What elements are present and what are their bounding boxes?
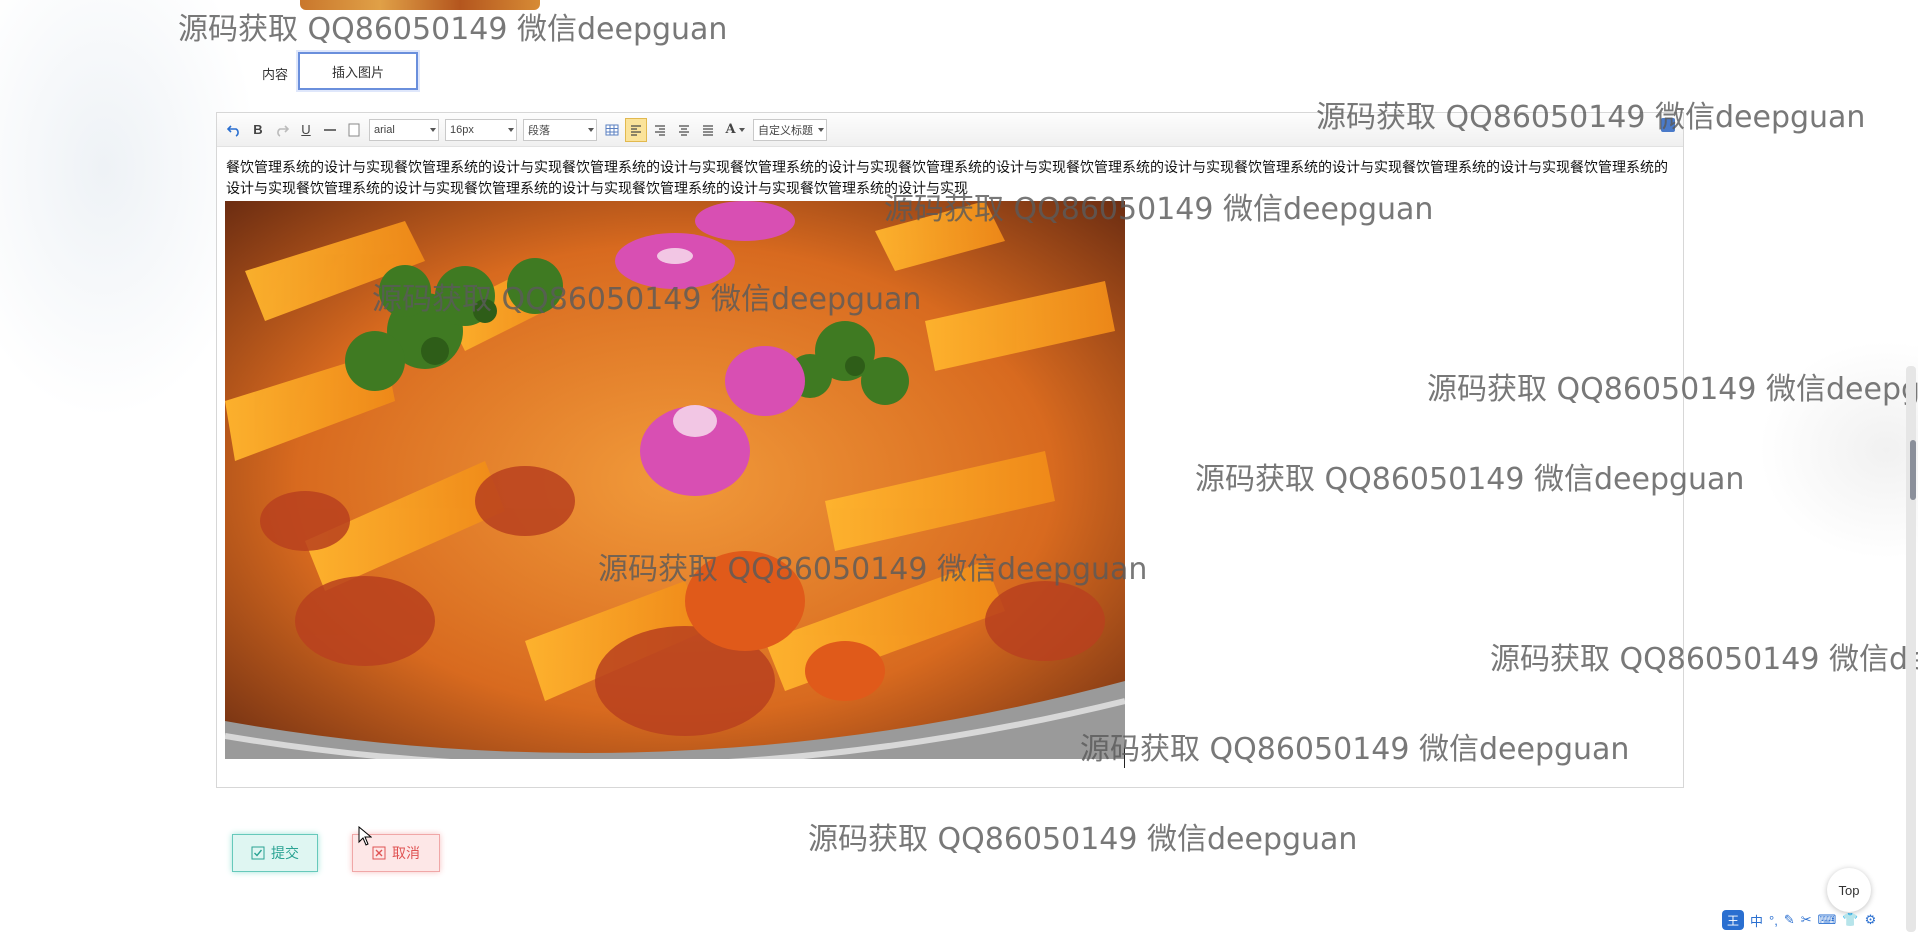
pen-icon[interactable]: ✎: [1784, 912, 1795, 928]
close-icon: [372, 846, 386, 860]
blank-page-icon[interactable]: [343, 118, 365, 142]
horizontal-rule-icon[interactable]: [319, 118, 341, 142]
editor-text[interactable]: 餐饮管理系统的设计与实现餐饮管理系统的设计与实现餐饮管理系统的设计与实现餐饮管理…: [226, 157, 1676, 199]
fullscreen-icon[interactable]: [1661, 118, 1675, 132]
scissors-icon[interactable]: ✂: [1801, 912, 1812, 928]
chevron-down-icon: [818, 127, 824, 132]
font-family-select[interactable]: arial: [369, 118, 439, 141]
watermark: 源码获取 QQ86050149 微信deepguan: [808, 822, 1358, 857]
custom-title-value: 自定义标题: [758, 124, 813, 137]
paragraph-value: 段落: [528, 124, 550, 137]
underline-label: U: [301, 122, 311, 137]
bold-button[interactable]: B: [247, 118, 269, 142]
submit-label: 提交: [271, 845, 299, 861]
underline-button[interactable]: U: [295, 118, 317, 142]
font-family-value: arial: [374, 123, 395, 136]
align-center-icon[interactable]: [673, 118, 695, 142]
undo-icon[interactable]: [223, 118, 245, 142]
align-right-icon[interactable]: [649, 118, 671, 142]
custom-title-select[interactable]: 自定义标题: [753, 118, 827, 141]
table-icon[interactable]: [601, 118, 623, 142]
cancel-label: 取消: [392, 845, 420, 861]
font-color-label: A: [725, 122, 736, 137]
shirt-icon[interactable]: 👕: [1842, 912, 1858, 928]
font-size-value: 16px: [450, 123, 474, 136]
back-to-top-button[interactable]: Top: [1827, 868, 1871, 912]
gear-icon[interactable]: ⚙: [1865, 912, 1877, 928]
bold-label: B: [253, 122, 263, 137]
watermark: 源码获取 QQ86050149 微信deepguan: [178, 12, 728, 47]
ime-logo-icon[interactable]: 王: [1722, 910, 1744, 930]
chevron-down-icon: [508, 127, 514, 132]
chevron-down-icon: [430, 127, 436, 132]
ime-toolbar: 王 中 °, ✎ ✂ ⌨ 👕 ⚙: [1722, 908, 1876, 932]
ime-mode[interactable]: 中: [1750, 911, 1763, 930]
redo-icon[interactable]: [271, 118, 293, 142]
content-label: 内容: [262, 67, 289, 82]
chevron-down-icon: [588, 127, 594, 132]
paragraph-select[interactable]: 段落: [523, 118, 597, 141]
check-icon: [251, 846, 265, 860]
mouse-cursor-icon: [358, 826, 372, 846]
font-color-button[interactable]: A: [721, 118, 749, 142]
keyboard-icon[interactable]: ⌨: [1818, 912, 1837, 928]
text-caret: [1124, 748, 1125, 768]
previous-image-strip: [300, 0, 540, 10]
scrollbar-handle[interactable]: [1910, 440, 1916, 500]
background-texture-right: [1758, 340, 1918, 560]
chevron-down-icon: [738, 127, 745, 132]
submit-button[interactable]: 提交: [232, 834, 318, 872]
food-image: [225, 201, 1125, 759]
punctuation-icon[interactable]: °,: [1769, 913, 1778, 928]
align-left-icon[interactable]: [625, 117, 647, 142]
rich-text-editor[interactable]: B U arial 16px 段落 A 自定义标题 餐饮管理系统的设计与实现餐饮…: [216, 112, 1684, 788]
editor-toolbar: B U arial 16px 段落 A 自定义标题: [217, 113, 1683, 147]
align-justify-icon[interactable]: [697, 118, 719, 142]
insert-image-button[interactable]: 插入图片: [298, 52, 418, 90]
font-size-select[interactable]: 16px: [445, 118, 517, 141]
